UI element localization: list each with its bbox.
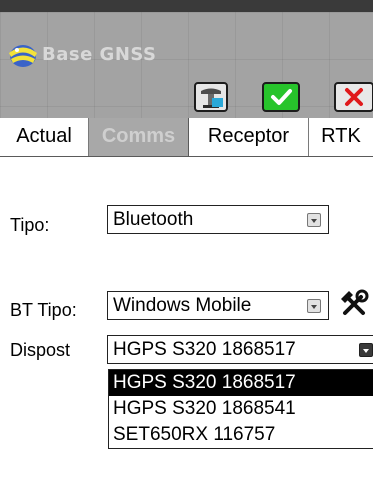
status-bar xyxy=(0,0,373,12)
receiver-button[interactable] xyxy=(194,82,228,112)
bt-tipo-select[interactable]: Windows Mobile xyxy=(107,291,329,320)
tipo-select[interactable]: Bluetooth xyxy=(107,205,329,234)
cancel-button[interactable] xyxy=(334,82,373,112)
dispost-dropdown-list: HGPS S320 1868517 HGPS S320 1868541 SET6… xyxy=(108,369,373,449)
bt-tipo-value: Windows Mobile xyxy=(113,295,252,316)
chevron-down-icon xyxy=(307,213,321,227)
tipo-label: Tipo: xyxy=(10,215,50,235)
receiver-settings-icon xyxy=(201,88,223,108)
window-title: Base GNSS xyxy=(42,44,157,65)
dispost-select[interactable]: HGPS S320 1868517 xyxy=(107,335,373,364)
dispost-label: Dispost xyxy=(10,340,71,360)
dispost-value: HGPS S320 1868517 xyxy=(113,339,296,360)
app-logo-icon xyxy=(9,45,37,67)
tools-icon[interactable] xyxy=(339,289,369,319)
tab-receptor[interactable]: Receptor xyxy=(189,118,309,156)
close-icon xyxy=(345,88,363,106)
tab-comms[interactable]: Comms xyxy=(89,118,189,156)
list-item[interactable]: SET650RX 116757 xyxy=(109,422,373,448)
chevron-down-icon xyxy=(359,343,373,357)
tab-actual[interactable]: Actual xyxy=(0,118,89,156)
ok-button[interactable] xyxy=(262,82,300,112)
list-item[interactable]: HGPS S320 1868517 xyxy=(109,370,373,396)
tab-bar: Actual Comms Receptor RTK xyxy=(0,118,373,157)
tipo-value: Bluetooth xyxy=(113,209,194,230)
tab-rtk[interactable]: RTK xyxy=(309,118,373,156)
list-item[interactable]: HGPS S320 1868541 xyxy=(109,396,373,422)
title-bar: Base GNSS xyxy=(0,12,373,118)
bt-tipo-label: BT Tipo: xyxy=(10,300,77,320)
checkmark-icon xyxy=(271,89,292,105)
chevron-down-icon xyxy=(307,299,321,313)
